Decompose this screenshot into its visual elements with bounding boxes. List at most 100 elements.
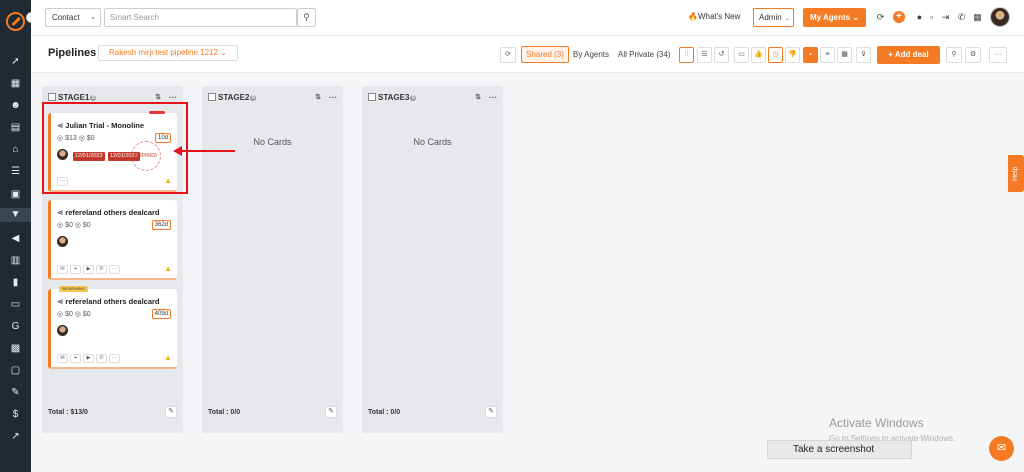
contact-type-select[interactable]: Contact ⌄	[45, 8, 101, 27]
contact-card-icon[interactable]: ▣	[8, 188, 23, 202]
warning-icon: ▲	[164, 353, 172, 362]
documents-icon[interactable]: ▤	[8, 121, 23, 135]
more-options-icon[interactable]: ···	[109, 354, 120, 363]
reports-icon[interactable]: ▮	[8, 276, 23, 290]
add-deal-button[interactable]: + Add deal	[877, 46, 940, 64]
deal-card[interactable]: ⋖ refereland others dealcard ◎ $0 ◎ $0 36…	[48, 200, 177, 280]
phone-icon[interactable]: ✆	[96, 354, 107, 363]
smart-search-input[interactable]: Smart Search	[104, 8, 297, 27]
refresh-icon[interactable]: ⟳	[500, 47, 516, 63]
compact-view-icon[interactable]: ≡	[820, 47, 835, 63]
sort-icon[interactable]: ⇅	[475, 92, 481, 104]
role-select-label: Admin	[759, 13, 782, 22]
my-agents-button[interactable]: My Agents ⌄	[803, 8, 866, 27]
folder-icon[interactable]: ▭	[8, 298, 23, 312]
phone-icon[interactable]: ✆	[96, 265, 107, 274]
list-view-icon[interactable]: ☰	[697, 47, 712, 63]
deal-amount-primary: $0	[65, 311, 73, 318]
user-icon[interactable]: ●	[914, 12, 925, 23]
history-icon[interactable]: ↺	[714, 47, 729, 63]
filter-by-agents-button[interactable]: By Agents	[573, 47, 609, 63]
share-icon: ⋖	[57, 297, 64, 306]
stage-column: STAGE2 0 ⇅ ··· No Cards Total : 0/0 ✎	[202, 86, 343, 433]
filter-shared-button[interactable]: Shared (3)	[521, 46, 569, 63]
clock-icon[interactable]: ◷	[768, 47, 783, 63]
calculator-icon[interactable]: ▩	[8, 342, 23, 356]
pipeline-select[interactable]: Rakesh mirji test pipeline 1212 ⌄	[98, 45, 238, 61]
deal-title-text: refereland others dealcard	[65, 297, 160, 306]
empty-state-text: No Cards	[413, 137, 452, 147]
stage-select-checkbox[interactable]	[368, 93, 376, 101]
card-icon[interactable]: ▭	[734, 47, 749, 63]
deal-amounts: ◎ $0 ◎ $0	[57, 222, 91, 229]
video-icon[interactable]: ▶	[83, 265, 94, 274]
google-icon[interactable]: G	[8, 320, 23, 334]
search-icon[interactable]: ⚲	[946, 47, 962, 63]
thumbs-up-icon[interactable]: 👍	[751, 47, 766, 63]
more-options-icon[interactable]: ···	[109, 265, 120, 274]
stage-name: STAGE3	[378, 93, 410, 102]
search-icon[interactable]: ⚲	[297, 8, 316, 27]
page-title: Pipelines	[48, 47, 97, 59]
brand-logo[interactable]	[6, 12, 25, 31]
owner-avatar[interactable]	[57, 325, 68, 336]
my-agents-label: My Agents	[809, 13, 851, 22]
megaphone-icon[interactable]: ◀	[8, 232, 23, 246]
notes-icon[interactable]: ▥	[8, 254, 23, 268]
email-icon[interactable]: ✉	[57, 265, 68, 274]
edit-icon[interactable]: ✎	[485, 406, 497, 418]
analytics-icon[interactable]: ↗	[8, 430, 23, 444]
annotation-arrow	[180, 150, 235, 152]
stage-column: STAGE3 0 ⇅ ··· No Cards Total : 0/0 ✎	[362, 86, 503, 433]
stage-header: STAGE3 0 ⇅ ···	[368, 92, 497, 104]
refresh-icon[interactable]: ⟳	[875, 12, 886, 23]
logout-icon[interactable]: ⇥	[940, 12, 951, 23]
stage-count-badge: 0	[250, 95, 257, 101]
rocket-icon[interactable]: ➚	[8, 55, 23, 69]
dashboard-icon[interactable]: ▦	[8, 77, 23, 91]
take-screenshot-button[interactable]: Take a screenshot	[767, 440, 912, 459]
edit-icon[interactable]: ✎	[325, 406, 337, 418]
pipeline-funnel-icon[interactable]: ▼	[0, 208, 31, 222]
more-options-icon[interactable]: ···	[989, 47, 1007, 63]
stage-select-checkbox[interactable]	[48, 93, 56, 101]
deal-card[interactable]: REVIEWING ⋖ refereland others dealcard ◎ …	[48, 286, 177, 369]
filter-icon[interactable]: ⊽	[856, 47, 871, 63]
stage-total: Total : 0/0	[368, 409, 401, 416]
phone-icon[interactable]: ✆	[956, 12, 967, 23]
grid-view-icon[interactable]: ▪	[803, 47, 818, 63]
stage-select-checkbox[interactable]	[208, 93, 216, 101]
thumbs-down-icon[interactable]: 👎	[785, 47, 800, 63]
email-icon[interactable]: ✉	[57, 354, 68, 363]
calendar-icon[interactable]: ▢	[8, 364, 23, 378]
user-avatar[interactable]	[990, 7, 1010, 27]
dollar-icon[interactable]: $	[8, 408, 23, 422]
contacts-icon[interactable]: ☻	[8, 99, 23, 113]
list-icon[interactable]: ☰	[8, 165, 23, 179]
chat-icon[interactable]: ✉	[989, 436, 1014, 461]
table-view-icon[interactable]: ▦	[837, 47, 852, 63]
signature-icon[interactable]: ✎	[8, 386, 23, 400]
quick-add-icon[interactable]: +	[893, 11, 905, 23]
stage-total: Total : $13/0	[48, 409, 88, 416]
filter-all-private-button[interactable]: All Private (34)	[618, 47, 670, 63]
more-options-icon[interactable]: ···	[329, 92, 337, 104]
flame-icon: 🔥	[688, 12, 698, 21]
owner-avatar[interactable]	[57, 236, 68, 247]
deal-title: ⋖ refereland others dealcard	[57, 208, 160, 217]
role-select[interactable]: Admin ⌄	[753, 8, 794, 27]
calculator-icon[interactable]: ▦	[972, 12, 983, 23]
video-icon[interactable]: ▶	[83, 354, 94, 363]
whats-new-link[interactable]: 🔥What's New	[688, 12, 740, 21]
location-icon[interactable]: ⌖	[70, 354, 81, 363]
notification-icon[interactable]: ▫	[926, 12, 937, 23]
board-view-icon[interactable]: ⁝⁝	[679, 47, 694, 63]
sort-icon[interactable]: ⇅	[315, 92, 321, 104]
bank-icon[interactable]: ⌂	[8, 143, 23, 157]
more-options-icon[interactable]: ···	[489, 92, 497, 104]
settings-gear-icon[interactable]: ⚙	[965, 47, 981, 63]
edit-icon[interactable]: ✎	[165, 406, 177, 418]
help-tab[interactable]: Help	[1008, 155, 1024, 192]
stage-count-badge: 0	[410, 95, 417, 101]
location-icon[interactable]: ⌖	[70, 265, 81, 274]
